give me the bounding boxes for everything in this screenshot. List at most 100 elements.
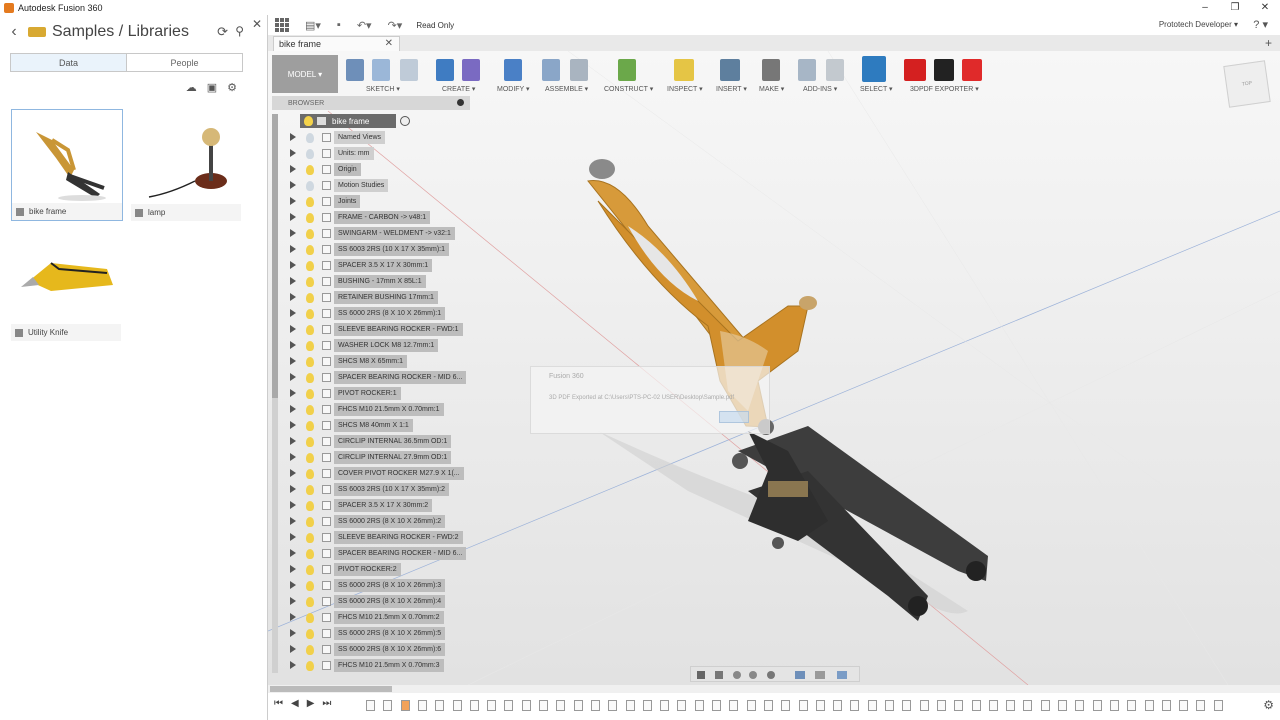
timeline-feature-icon[interactable]: [590, 700, 600, 711]
expand-arrow-icon[interactable]: [290, 549, 296, 557]
timeline-feature-icon[interactable]: [798, 700, 808, 711]
expand-arrow-icon[interactable]: [290, 469, 296, 477]
timeline-feature-icon[interactable]: [469, 700, 479, 711]
new-folder-icon[interactable]: ▣: [207, 81, 217, 94]
expand-arrow-icon[interactable]: [290, 197, 296, 205]
restore-button[interactable]: ❐: [1220, 0, 1250, 15]
timeline-feature-icon[interactable]: [400, 700, 410, 711]
expand-arrow-icon[interactable]: [290, 149, 296, 157]
tab-data[interactable]: Data: [11, 54, 127, 71]
expand-arrow-icon[interactable]: [290, 181, 296, 189]
3d-print-icon[interactable]: [762, 59, 780, 81]
joint-icon[interactable]: [570, 59, 588, 81]
browser-row[interactable]: SLEEVE BEARING ROCKER - FWD:1: [290, 322, 466, 337]
design-thumbnail-lamp[interactable]: lamp: [131, 109, 243, 221]
new-tab-button[interactable]: +: [1265, 36, 1272, 50]
timeline-feature-icon[interactable]: [435, 700, 445, 711]
expand-arrow-icon[interactable]: [290, 581, 296, 589]
scroll-thumb[interactable]: [270, 686, 392, 692]
select-menu[interactable]: SELECT ▾: [860, 85, 893, 93]
modify-menu[interactable]: MODIFY ▾: [497, 85, 530, 93]
browser-row[interactable]: BUSHING - 17mm X 85L:1: [290, 274, 466, 289]
sphere-icon[interactable]: [462, 59, 480, 81]
browser-row[interactable]: Named Views: [290, 130, 466, 145]
tab-people[interactable]: People: [127, 54, 242, 71]
timeline-feature-icon[interactable]: [1109, 700, 1119, 711]
create-menu[interactable]: CREATE ▾: [442, 85, 475, 93]
timeline-feature-icon[interactable]: [660, 700, 670, 711]
redo-icon[interactable]: ↷▾: [388, 19, 403, 32]
go-to-end-icon[interactable]: ⏭: [322, 698, 331, 709]
expand-arrow-icon[interactable]: [290, 565, 296, 573]
browser-scroll-track[interactable]: [272, 398, 278, 673]
browser-row[interactable]: SWINGARM - WELDMENT -> v32:1: [290, 226, 466, 241]
back-button[interactable]: ‹: [0, 23, 28, 41]
extrude-icon[interactable]: [436, 59, 454, 81]
browser-row[interactable]: SHCS M8 40mm X 1:1: [290, 418, 466, 433]
expand-arrow-icon[interactable]: [290, 213, 296, 221]
expand-arrow-icon[interactable]: [290, 389, 296, 397]
inspect-menu[interactable]: INSPECT ▾: [667, 85, 703, 93]
timeline-feature-icon[interactable]: [781, 700, 791, 711]
browser-row[interactable]: SS 6000 2RS (8 X 10 X 26mm):1: [290, 306, 466, 321]
horizontal-scrollbar[interactable]: [268, 685, 1280, 693]
canvas-viewport[interactable]: MODEL ▾ SKETCH ▾ CREATE ▾ MODIFY ▾ ASSEM…: [268, 51, 1280, 685]
visibility-bulb-icon[interactable]: [306, 373, 314, 383]
assemble-menu[interactable]: ASSEMBLE ▾: [545, 85, 588, 93]
make-menu[interactable]: MAKE ▾: [759, 85, 784, 93]
expand-arrow-icon[interactable]: [290, 421, 296, 429]
visibility-bulb-icon[interactable]: [304, 116, 313, 126]
timeline-feature-icon[interactable]: [712, 700, 721, 711]
visibility-bulb-icon[interactable]: [306, 597, 314, 607]
visibility-bulb-icon[interactable]: [306, 277, 314, 287]
browser-row[interactable]: SPACER BEARING ROCKER - MID 6...: [290, 370, 467, 385]
user-menu[interactable]: Prototech Developer ▾: [1159, 20, 1238, 29]
3dpdf-settings-icon[interactable]: [934, 59, 954, 81]
3dpdf-icon[interactable]: [904, 59, 926, 81]
browser-row[interactable]: SPACER 3.5 X 17 X 30mm:1: [290, 258, 466, 273]
expand-arrow-icon[interactable]: [290, 645, 296, 653]
expand-arrow-icon[interactable]: [290, 261, 296, 269]
navigation-tools-icons[interactable]: [691, 667, 861, 683]
timeline-feature-icon[interactable]: [539, 700, 548, 711]
timeline-feature-icon[interactable]: [417, 700, 427, 711]
timeline-feature-icon[interactable]: [1040, 700, 1050, 711]
browser-row[interactable]: SS 6000 2RS (8 X 10 X 26mm):5: [290, 626, 466, 641]
file-menu-icon[interactable]: ▤▾: [305, 19, 321, 32]
visibility-bulb-icon[interactable]: [306, 341, 314, 351]
timeline-feature-icon[interactable]: [1006, 700, 1016, 711]
browser-row[interactable]: CIRCLIP INTERNAL 27.9mm OD:1: [290, 450, 466, 465]
new-component-icon[interactable]: [542, 59, 560, 81]
timeline-feature-icon[interactable]: [1196, 700, 1206, 711]
visibility-bulb-icon[interactable]: [306, 453, 314, 463]
browser-row[interactable]: FHCS M10 21.5mm X 0.70mm:2: [290, 610, 466, 625]
visibility-bulb-icon[interactable]: [306, 357, 314, 367]
browser-row[interactable]: CIRCLIP INTERNAL 36.5mm OD:1: [290, 434, 466, 449]
browser-row[interactable]: WASHER LOCK M8 12.7mm:1: [290, 338, 466, 353]
timeline-feature-icon[interactable]: [746, 700, 756, 711]
timeline-feature-icon[interactable]: [642, 700, 652, 711]
timeline-feature-icon[interactable]: [556, 700, 566, 711]
timeline-feature-icon[interactable]: [1127, 700, 1137, 711]
expand-arrow-icon[interactable]: [290, 597, 296, 605]
timeline-feature-icon[interactable]: [815, 700, 825, 711]
visibility-bulb-icon[interactable]: [306, 437, 314, 447]
expand-arrow-icon[interactable]: [290, 277, 296, 285]
close-tab-icon[interactable]: ✕: [385, 38, 393, 49]
press-pull-icon[interactable]: [504, 59, 522, 81]
3dpdf-exporter-menu[interactable]: 3DPDF EXPORTER ▾: [910, 85, 979, 93]
browser-row[interactable]: PIVOT ROCKER:2: [290, 562, 466, 577]
settings-icon[interactable]: ⚙: [227, 81, 237, 94]
insert-menu[interactable]: INSERT ▾: [716, 85, 747, 93]
expand-arrow-icon[interactable]: [290, 485, 296, 493]
expand-arrow-icon[interactable]: [290, 357, 296, 365]
browser-row[interactable]: Origin: [290, 162, 466, 177]
timeline-feature-icon[interactable]: [521, 700, 531, 711]
visibility-bulb-icon[interactable]: [306, 309, 314, 319]
timeline-feature-icon[interactable]: [383, 700, 393, 711]
browser-row[interactable]: SHCS M8 X 65mm:1: [290, 354, 466, 369]
view-cube[interactable]: TOP: [1223, 60, 1271, 108]
expand-arrow-icon[interactable]: [290, 229, 296, 237]
timeline-feature-icon[interactable]: [833, 700, 843, 711]
refresh-icon[interactable]: ⟳: [217, 24, 228, 40]
